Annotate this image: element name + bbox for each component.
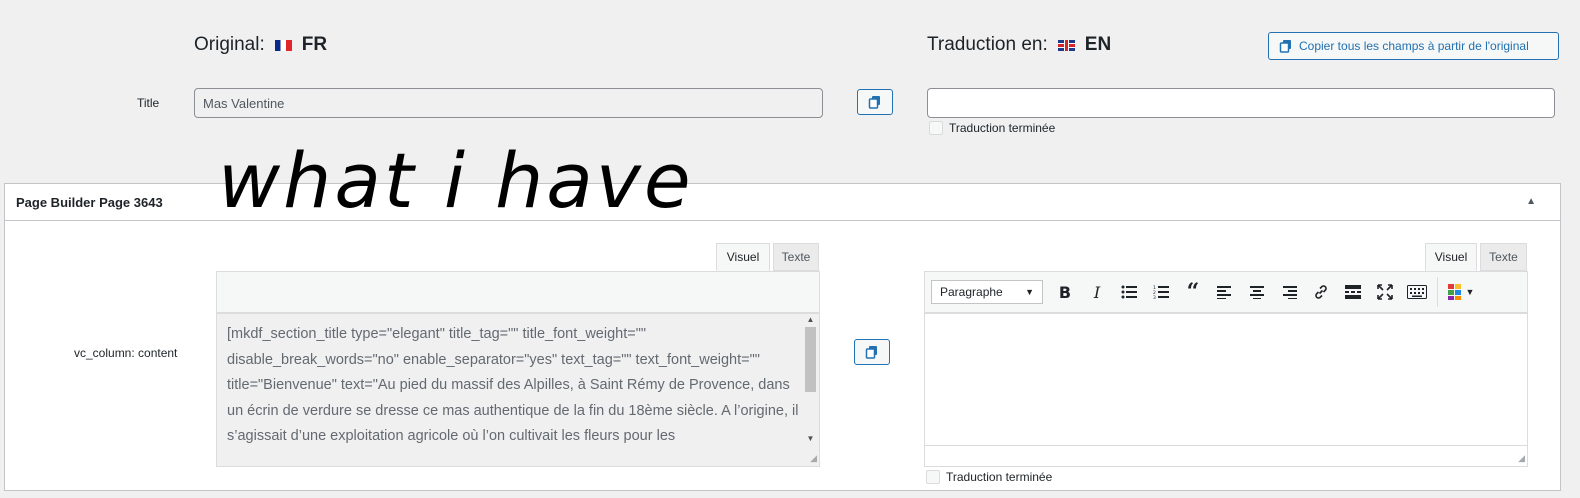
copy-icon [865, 346, 877, 359]
original-content-text: [mkdf_section_title type="elegant" title… [227, 326, 799, 444]
title-done-checkbox[interactable] [929, 121, 943, 135]
bold-icon[interactable]: B [1049, 277, 1081, 307]
original-title-input: Mas Valentine [194, 88, 823, 118]
copy-all-label: Copier tous les champs à partir de l'ori… [1299, 39, 1529, 53]
copy-icon [1279, 40, 1291, 53]
title-field-label: Title [137, 96, 160, 110]
keyboard-toolbar-toggle-icon[interactable] [1401, 277, 1433, 307]
format-select[interactable]: Paragraphe ▼ [931, 280, 1043, 304]
read-more-icon[interactable] [1337, 277, 1369, 307]
translation-language-code: EN [1084, 34, 1112, 55]
chevron-down-icon[interactable]: ▼ [1466, 287, 1475, 297]
overlay-annotation: what i have [218, 136, 694, 225]
original-tab-text[interactable]: Texte [773, 243, 819, 271]
link-icon[interactable] [1305, 277, 1337, 307]
align-center-icon[interactable] [1241, 277, 1273, 307]
collapse-arrow-icon[interactable]: ▲ [1526, 196, 1536, 207]
blockquote-icon[interactable]: “ [1177, 277, 1209, 307]
content-done-label: Traduction terminée [946, 470, 1053, 484]
align-right-icon[interactable] [1273, 277, 1305, 307]
translation-editor-toolbar: Paragraphe ▼ B I 123 “ ▼ [924, 271, 1528, 313]
numbered-list-icon[interactable]: 123 [1145, 277, 1177, 307]
translation-heading: Traduction en: EN [927, 34, 1111, 56]
original-label: Original: [194, 34, 265, 55]
original-editor-toolbar [216, 271, 820, 313]
color-picker-icon[interactable]: ▼ [1442, 277, 1480, 307]
resize-handle-icon[interactable]: ◢ [1518, 453, 1525, 464]
align-left-icon[interactable] [1209, 277, 1241, 307]
italic-icon[interactable]: I [1081, 277, 1113, 307]
title-done-label: Traduction terminée [949, 121, 1056, 135]
copy-icon [868, 96, 880, 109]
format-select-value: Paragraphe [940, 285, 1003, 299]
original-content-editor: [mkdf_section_title type="elegant" title… [216, 313, 820, 467]
translation-tab-text[interactable]: Texte [1480, 243, 1527, 271]
svg-text:3: 3 [1153, 295, 1156, 299]
translation-label: Traduction en: [927, 34, 1048, 55]
panel-title: Page Builder Page 3643 [16, 194, 163, 210]
scroll-thumb[interactable] [805, 327, 816, 392]
title-done-checkbox-row[interactable]: Traduction terminée [929, 121, 1055, 135]
copy-title-button[interactable] [857, 89, 893, 115]
toolbar-separator [1437, 277, 1438, 307]
resize-handle-icon[interactable]: ◢ [810, 453, 817, 464]
scroll-down-icon[interactable]: ▼ [802, 433, 819, 445]
original-scrollbar[interactable]: ▲ ▼ [802, 314, 819, 445]
translation-title-input[interactable] [927, 88, 1555, 118]
content-done-checkbox-row[interactable]: Traduction terminée [926, 470, 1052, 484]
copy-all-fields-button[interactable]: Copier tous les champs à partir de l'ori… [1268, 32, 1559, 60]
original-heading: Original: FR [194, 34, 327, 56]
translation-content-editor[interactable]: ◢ [924, 313, 1528, 467]
chevron-down-icon: ▼ [1025, 287, 1034, 297]
original-title-value: Mas Valentine [203, 95, 285, 111]
original-language-code: FR [301, 34, 328, 55]
fullscreen-icon[interactable] [1369, 277, 1401, 307]
editor-status-bar [925, 445, 1527, 466]
original-tab-visual[interactable]: Visuel [716, 243, 770, 271]
content-field-label: vc_column: content [74, 346, 178, 360]
france-flag-icon [274, 39, 292, 51]
scroll-up-icon[interactable]: ▲ [802, 314, 819, 326]
uk-flag-icon [1057, 39, 1075, 51]
content-done-checkbox[interactable] [926, 470, 940, 484]
bullet-list-icon[interactable] [1113, 277, 1145, 307]
copy-content-button[interactable] [854, 339, 890, 365]
translation-tab-visual[interactable]: Visuel [1425, 243, 1477, 271]
